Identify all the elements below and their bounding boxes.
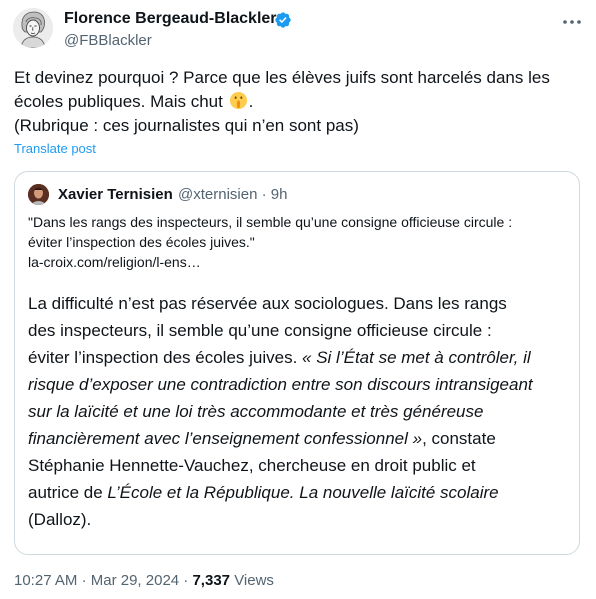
- tweet-line-2-text: écoles publiques. Mais chut: [14, 92, 228, 111]
- post-footer: 10:27 AM · Mar 29, 2024 · 7,337 Views: [14, 571, 274, 591]
- views-label: Views: [234, 572, 274, 589]
- article-excerpt-image[interactable]: La difficulté n’est pas réservée aux soc…: [28, 290, 573, 533]
- footer-dot: ·: [183, 572, 189, 589]
- quoted-post[interactable]: Xavier Ternisien @xternisien · 9h "Dans …: [14, 171, 580, 555]
- quoted-text-line-2: éviter l’inspection des écoles juives.": [28, 234, 255, 250]
- excerpt-italic: L’École et la République. La nouvelle la…: [107, 483, 499, 502]
- quoted-avatar-photo-icon: [28, 184, 49, 205]
- excerpt-line: Stéphanie Hennette-Vauchez, chercheuse e…: [28, 456, 476, 475]
- shushing-face-icon: [229, 91, 247, 110]
- author-handle[interactable]: @FBBlackler: [64, 31, 152, 51]
- views-count: 7,337: [192, 572, 231, 589]
- excerpt-line: éviter l’inspection des écoles juives. «…: [28, 344, 573, 371]
- tweet-text: Et devinez pourquoi ? Parce que les élèv…: [14, 66, 574, 138]
- quoted-meta: @xternisien · 9h: [178, 185, 287, 205]
- avatar-portrait-icon: [13, 8, 53, 48]
- quoted-author-name[interactable]: Xavier Ternisien: [58, 185, 173, 205]
- verified-badge-icon[interactable]: [274, 11, 292, 29]
- post-time[interactable]: 10:27 AM: [14, 572, 77, 589]
- excerpt-italic: financièrement avec l’enseignement confe…: [28, 429, 423, 448]
- quoted-link[interactable]: la-croix.com/religion/l-ens…: [28, 252, 568, 272]
- quoted-author-handle[interactable]: @xternisien: [178, 186, 257, 203]
- excerpt-line: risque d’exposer une contradiction entre…: [28, 375, 533, 394]
- quoted-text: "Dans les rangs des inspecteurs, il semb…: [28, 212, 568, 272]
- quoted-separator: ·: [261, 186, 267, 203]
- translate-post-link[interactable]: Translate post: [14, 141, 96, 157]
- quoted-author-avatar[interactable]: [28, 184, 49, 205]
- footer-dot: ·: [81, 572, 87, 589]
- excerpt-italic: « Si l’État se met à contrôler, il: [302, 348, 531, 367]
- excerpt-line: sur la laïcité et une loi très accommoda…: [28, 402, 484, 421]
- quoted-time[interactable]: 9h: [271, 186, 288, 203]
- tweet-line-2: écoles publiques. Mais chut .: [14, 90, 574, 114]
- excerpt-line: des inspecteurs, il semble qu’une consig…: [28, 321, 492, 340]
- excerpt-line: (Dalloz).: [28, 510, 92, 529]
- quoted-text-line-1: "Dans les rangs des inspecteurs, il semb…: [28, 214, 513, 230]
- tweet-line-3: (Rubrique : ces journalistes qui n’en so…: [14, 116, 359, 135]
- more-options-icon[interactable]: [560, 10, 584, 34]
- tweet-line-2-end: .: [248, 92, 254, 111]
- excerpt-line: La difficulté n’est pas réservée aux soc…: [28, 294, 507, 313]
- author-name[interactable]: Florence Bergeaud-Blackler: [64, 9, 277, 29]
- tweet-line-1: Et devinez pourquoi ? Parce que les élèv…: [14, 68, 550, 87]
- excerpt-line: autrice de L’École et la République. La …: [28, 479, 573, 506]
- excerpt-plain: autrice de: [28, 483, 108, 502]
- excerpt-plain: éviter l’inspection des écoles juives.: [28, 348, 303, 367]
- excerpt-line: financièrement avec l’enseignement confe…: [28, 425, 573, 452]
- excerpt-plain: , constate: [422, 429, 496, 448]
- author-avatar[interactable]: [13, 8, 53, 48]
- post-date[interactable]: Mar 29, 2024: [91, 572, 179, 589]
